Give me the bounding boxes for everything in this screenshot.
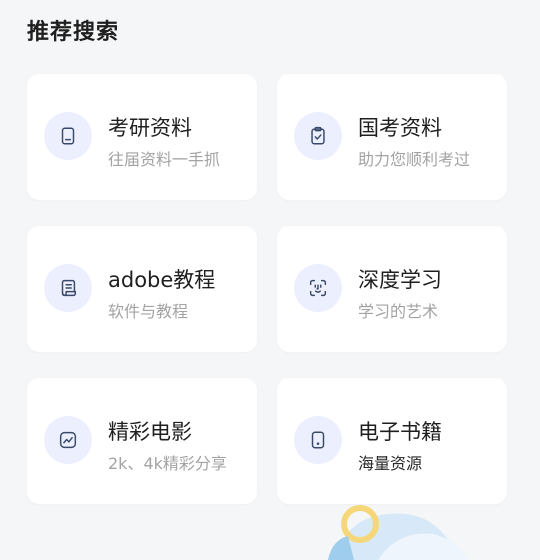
section-title: 推荐搜索 bbox=[27, 20, 120, 45]
card-subtitle: 软件与教程 bbox=[108, 302, 189, 321]
clipboard-check-icon bbox=[294, 112, 342, 160]
card-guokao-materials[interactable]: 国考资料 助力您顺利考过 bbox=[277, 74, 507, 200]
card-title: 精彩电影 bbox=[108, 420, 192, 444]
card-subtitle: 往届资料一手抓 bbox=[108, 150, 221, 169]
card-title: 深度学习 bbox=[358, 268, 442, 292]
card-title: adobe教程 bbox=[108, 268, 216, 292]
trend-chart-icon bbox=[44, 416, 92, 464]
document-icon bbox=[44, 112, 92, 160]
card-subtitle: 2k、4k精彩分享 bbox=[108, 454, 227, 473]
face-scan-icon bbox=[294, 264, 342, 312]
card-adobe-tutorials[interactable]: adobe教程 软件与教程 bbox=[27, 226, 257, 352]
card-ebooks[interactable]: 电子书籍 海量资源 bbox=[277, 378, 507, 504]
card-title: 考研资料 bbox=[108, 116, 192, 140]
scroll-icon bbox=[44, 264, 92, 312]
card-deep-learning[interactable]: 深度学习 学习的艺术 bbox=[277, 226, 507, 352]
card-kaoyan-materials[interactable]: 考研资料 往届资料一手抓 bbox=[27, 74, 257, 200]
card-subtitle: 海量资源 bbox=[358, 454, 423, 473]
mascot-illustration bbox=[328, 505, 468, 560]
card-great-movies[interactable]: 精彩电影 2k、4k精彩分享 bbox=[27, 378, 257, 504]
card-title: 国考资料 bbox=[358, 116, 442, 140]
tablet-icon bbox=[294, 416, 342, 464]
card-subtitle: 助力您顺利考过 bbox=[358, 150, 471, 169]
card-title: 电子书籍 bbox=[358, 420, 442, 444]
card-subtitle: 学习的艺术 bbox=[358, 302, 439, 321]
